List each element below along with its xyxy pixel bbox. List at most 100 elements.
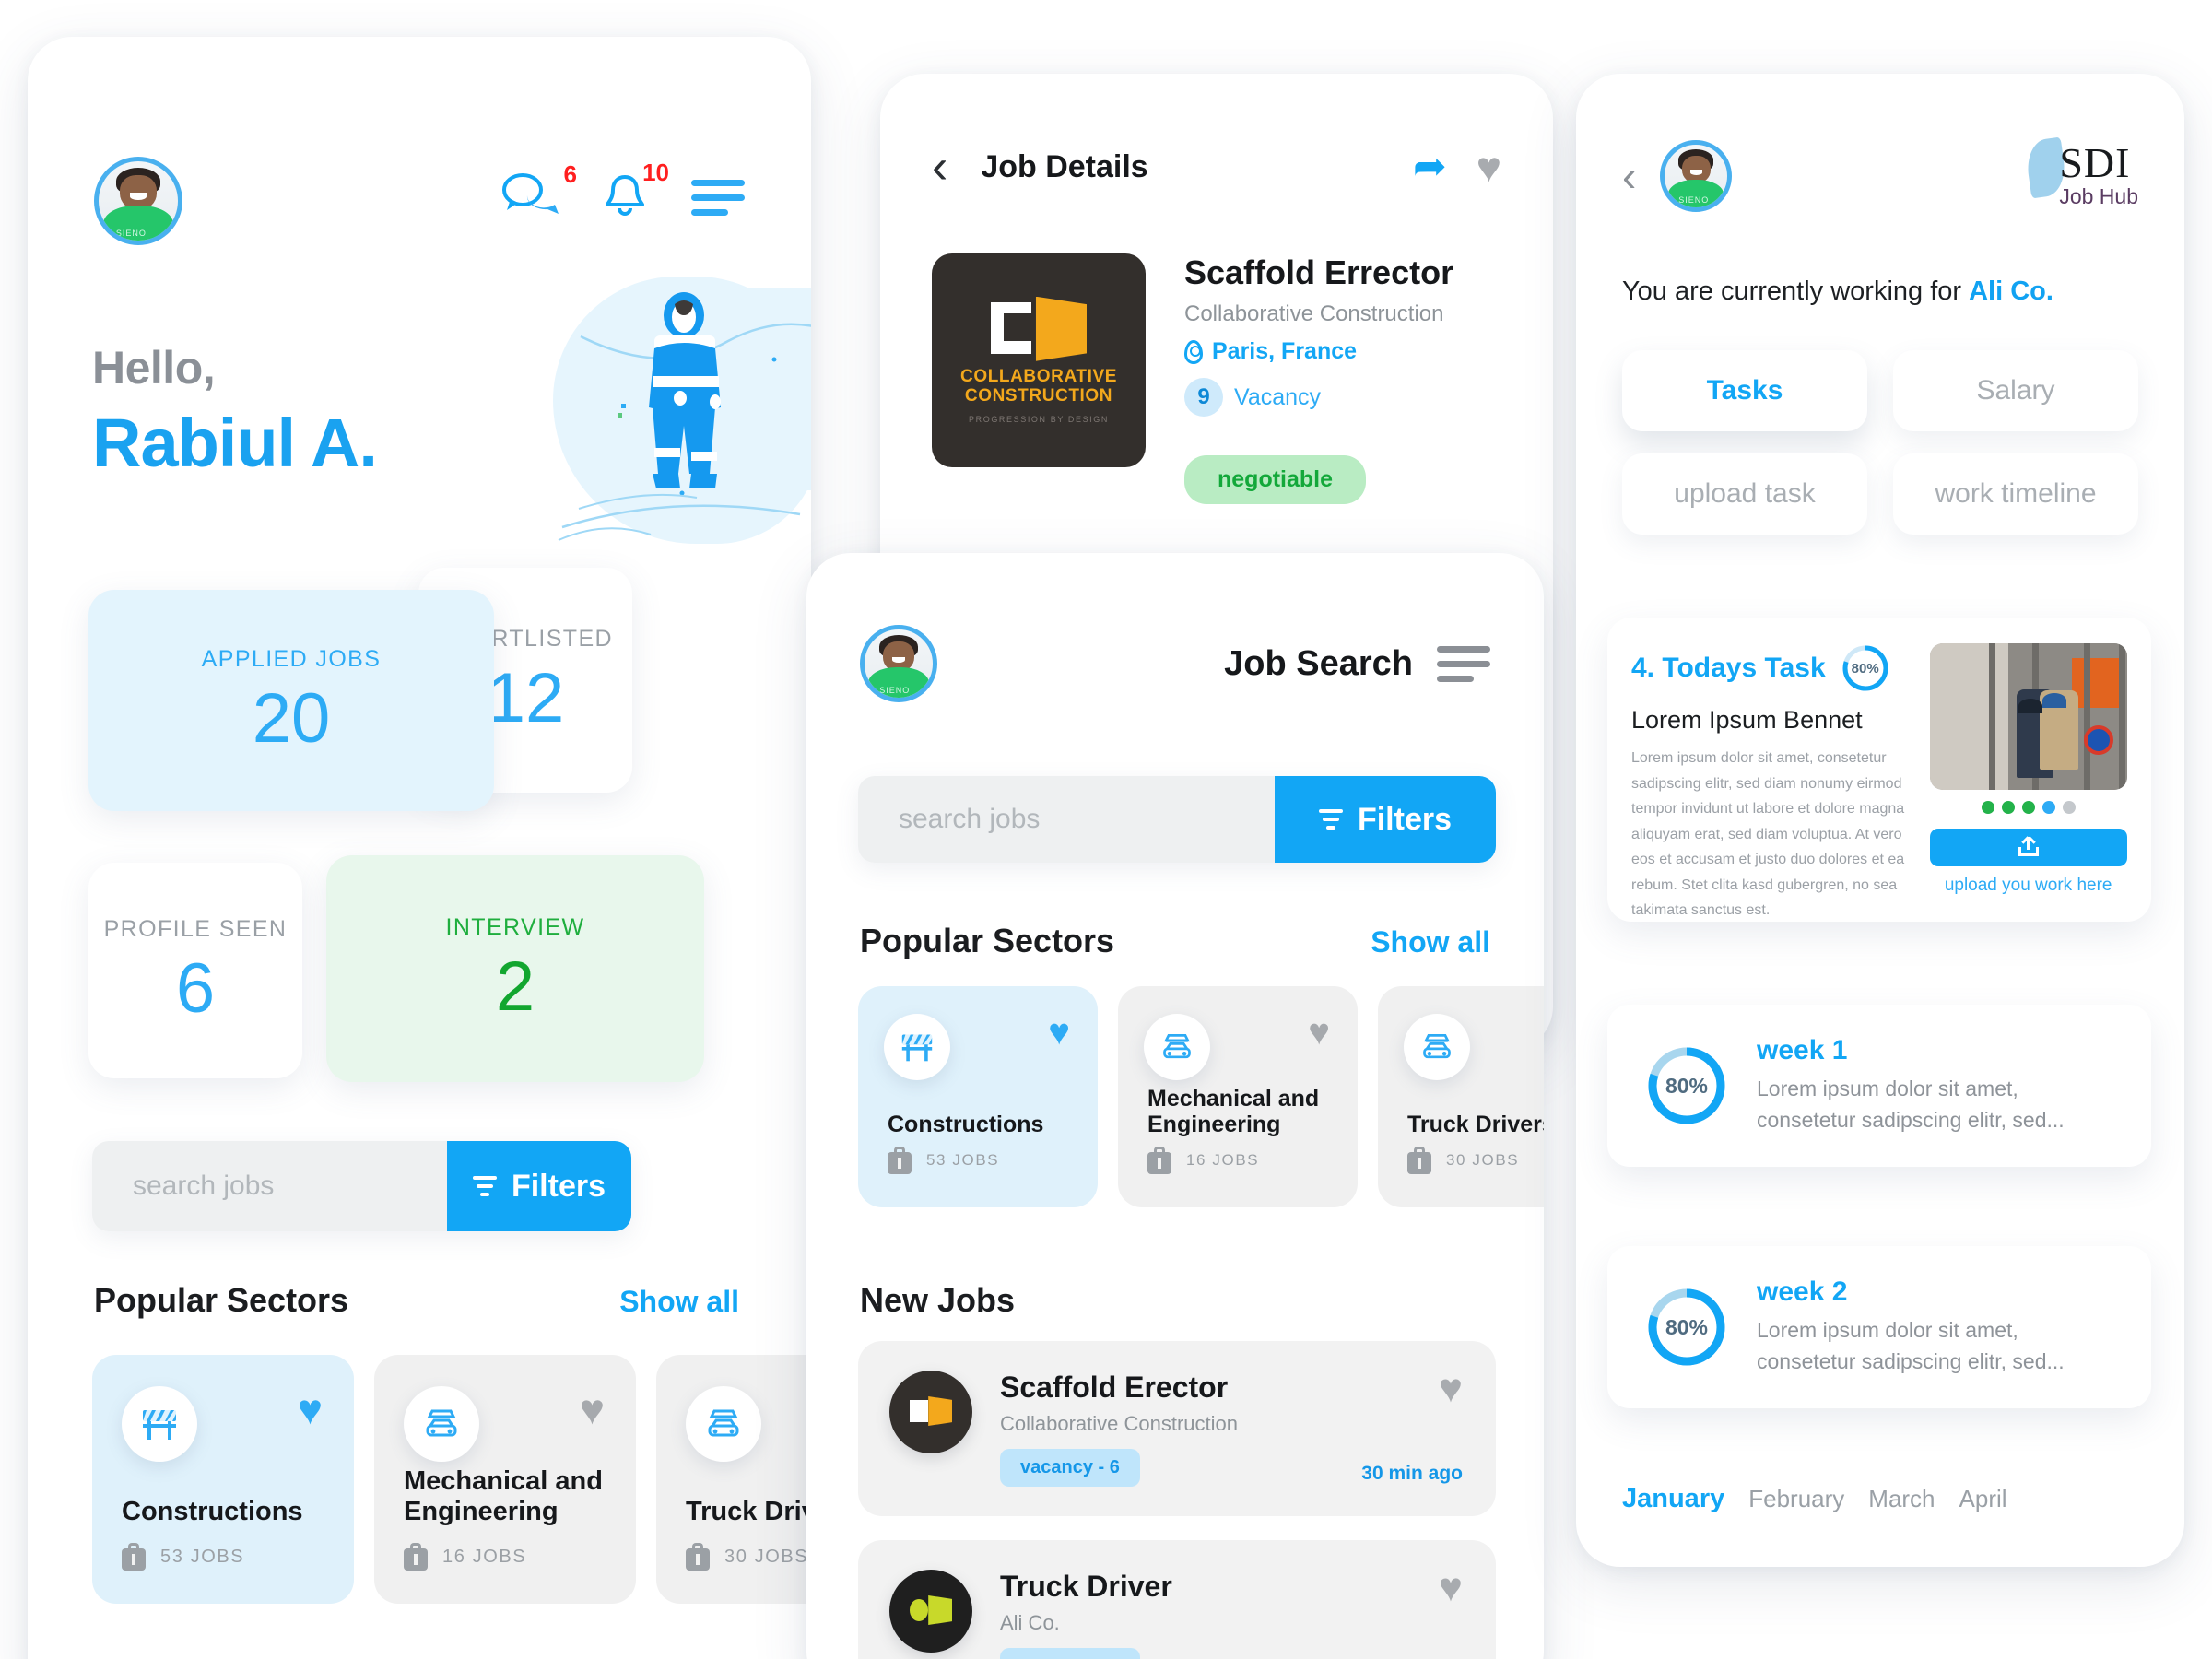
new-jobs-header: New Jobs — [860, 1281, 1490, 1320]
show-all-link[interactable]: Show all — [619, 1285, 739, 1319]
favorite-icon[interactable]: ♥ — [580, 1388, 605, 1430]
avatar[interactable]: SIENO — [1660, 140, 1733, 212]
job-location: Paris, France — [1184, 338, 1453, 365]
sector-card-mechanical-and-engineering[interactable]: ♥ Mechanical and Engineering 16 JOBS — [374, 1355, 636, 1604]
month-selector: January February March April — [1622, 1484, 2007, 1514]
sector-jobs: 16 JOBS — [1147, 1147, 1259, 1174]
briefcase-icon — [1407, 1147, 1431, 1174]
favorite-icon[interactable]: ♥ — [298, 1388, 323, 1430]
stat-label: APPLIED JOBS — [201, 645, 382, 672]
dashboard-header: SIENO 6 10 — [94, 157, 745, 245]
month-march[interactable]: March — [1868, 1485, 1935, 1513]
stat-card-interview[interactable]: INTERVIEW 2 — [326, 855, 704, 1082]
month-april[interactable]: April — [1959, 1485, 2007, 1513]
sector-name: Mechanical and Engineering — [404, 1466, 603, 1526]
filters-button[interactable]: Filters — [1275, 776, 1496, 863]
tab-salary[interactable]: Salary — [1893, 350, 2138, 431]
stat-card-profile-seen[interactable]: PROFILE SEEN 6 — [88, 863, 302, 1078]
current-employer-text: You are currently working for Ali Co. — [1622, 276, 2053, 307]
month-february[interactable]: February — [1748, 1485, 1844, 1513]
stat-label: INTERVIEW — [445, 913, 585, 940]
favorite-icon[interactable]: ♥ — [1439, 1568, 1463, 1608]
sector-card-constructions[interactable]: ♥ Constructions 53 JOBS — [858, 986, 1098, 1207]
show-all-link[interactable]: Show all — [1371, 925, 1490, 959]
carousel-dots[interactable] — [1981, 800, 2076, 814]
task-progress-label: 80% — [1851, 660, 1879, 677]
sector-jobs: 30 JOBS — [1407, 1147, 1519, 1174]
avatar[interactable]: SIENO — [860, 625, 937, 702]
todays-task-card: 4. Todays Task 80% Lorem Ipsum Bennet Lo… — [1607, 618, 2151, 922]
avatar[interactable]: SIENO — [94, 157, 182, 245]
car-icon — [1144, 1014, 1210, 1080]
favorite-icon[interactable]: ♥ — [1477, 146, 1501, 188]
job-meta: Scaffold Errector Collaborative Construc… — [1184, 253, 1453, 504]
sector-jobs: 53 JOBS — [888, 1147, 999, 1174]
stat-card-applied-jobs[interactable]: APPLIED JOBS 20 — [88, 590, 494, 811]
job-search-screen: SIENO Job Search search jobs Filters Pop… — [806, 553, 1544, 1659]
company-avatar — [889, 1371, 972, 1453]
sector-jobs: 53 JOBS — [122, 1543, 244, 1571]
company-logo: COLLABORATIVE CONSTRUCTION PROGRESSION B… — [932, 253, 1146, 467]
screenshot-stage: SIENO 6 10 Hello, Rabiul A. SHORTLISTED … — [0, 0, 2212, 1659]
upload-label[interactable]: upload you work here — [1945, 876, 2112, 896]
notifications-button[interactable]: 10 — [599, 159, 669, 226]
sector-card-mechanical-and-engineering[interactable]: ♥ Mechanical and Engineering 16 JOBS — [1118, 986, 1358, 1207]
month-january[interactable]: January — [1622, 1484, 1724, 1514]
sdi-job-hub-logo: SDI Job Hub — [2024, 136, 2138, 210]
list-item[interactable]: Scaffold Erector Collaborative Construct… — [858, 1341, 1496, 1516]
filters-button[interactable]: Filters — [447, 1141, 631, 1231]
week-card-1[interactable]: 80% week 1 Lorem ipsum dolor sit amet, c… — [1607, 1005, 2151, 1167]
job-summary: COLLABORATIVE CONSTRUCTION PROGRESSION B… — [932, 253, 1453, 504]
briefcase-icon — [122, 1543, 146, 1571]
popular-sectors-header: Popular Sectors Show all — [94, 1281, 739, 1320]
vacancy-label: Vacancy — [1234, 383, 1322, 410]
job-title: Truck Driver — [1000, 1570, 1172, 1603]
logo-tagline: PROGRESSION BY DESIGN — [969, 415, 1109, 425]
menu-icon[interactable] — [691, 180, 745, 216]
sector-job-count: 16 JOBS — [1186, 1151, 1260, 1169]
share-icon[interactable]: ➦ — [1413, 147, 1447, 187]
vacancy-badge: vacancy - 6 — [1000, 1449, 1140, 1487]
messages-button[interactable]: 6 — [501, 160, 577, 224]
sector-list: ♥ Constructions 53 JOBS ♥ Mechanical and… — [858, 986, 1544, 1207]
sector-card-truck-drivers[interactable]: ♥ Truck Drivers 30 JOBS — [1378, 986, 1544, 1207]
tab-work-timeline[interactable]: work timeline — [1893, 453, 2138, 535]
logo-title: SDI — [2059, 138, 2131, 186]
working-prefix: You are currently working for — [1622, 276, 1970, 306]
list-item[interactable]: Truck Driver Ali Co. vacancy - 4 ♥ — [858, 1540, 1496, 1659]
car-icon — [1404, 1014, 1470, 1080]
page-title: Job Details — [981, 148, 1148, 184]
sector-name: Truck Drivers — [686, 1496, 811, 1526]
sector-name: Constructions — [122, 1496, 303, 1526]
vacancy-badge: vacancy - 4 — [1000, 1648, 1140, 1659]
search-input[interactable]: search jobs — [858, 776, 1319, 863]
favorite-icon[interactable]: ♥ — [1439, 1369, 1463, 1409]
menu-icon[interactable] — [1437, 645, 1490, 682]
tab-tasks[interactable]: Tasks — [1622, 350, 1867, 431]
favorite-icon[interactable]: ♥ — [1048, 1014, 1070, 1051]
search-bar: search jobs Filters — [92, 1141, 631, 1231]
job-search-header: SIENO Job Search — [860, 625, 1490, 702]
logo-line-1: COLLABORATIVE — [960, 366, 1117, 386]
back-icon[interactable]: ‹ — [932, 143, 947, 192]
back-icon[interactable]: ‹ — [1622, 155, 1636, 197]
notifications-badge: 10 — [642, 159, 669, 186]
messages-badge: 6 — [563, 160, 577, 188]
work-screen: ‹ SIENO SDI Job Hub You are currently wo… — [1576, 74, 2184, 1567]
sector-card-truck-drivers[interactable]: ♥ Truck Drivers 30 JOBS — [656, 1355, 811, 1604]
job-company: Ali Co. — [1000, 1611, 1060, 1634]
week-card-2[interactable]: 80% week 2 Lorem ipsum dolor sit amet, c… — [1607, 1246, 2151, 1408]
tab-upload-task[interactable]: upload task — [1622, 453, 1867, 535]
week-title: week 2 — [1757, 1277, 1848, 1308]
greeting-name: Rabiul A. — [92, 405, 378, 481]
job-company: Collaborative Construction — [1000, 1412, 1239, 1435]
sector-jobs: 30 JOBS — [686, 1543, 808, 1571]
sector-card-constructions[interactable]: ♥ Constructions 53 JOBS — [92, 1355, 354, 1604]
upload-button[interactable] — [1929, 828, 2127, 866]
job-title: Scaffold Erector — [1000, 1371, 1229, 1404]
salary-badge: negotiable — [1184, 455, 1367, 504]
sector-job-count: 30 JOBS — [1446, 1151, 1520, 1169]
logo-line-2: CONSTRUCTION — [964, 386, 1113, 406]
briefcase-icon — [686, 1543, 710, 1571]
favorite-icon[interactable]: ♥ — [1308, 1014, 1330, 1051]
